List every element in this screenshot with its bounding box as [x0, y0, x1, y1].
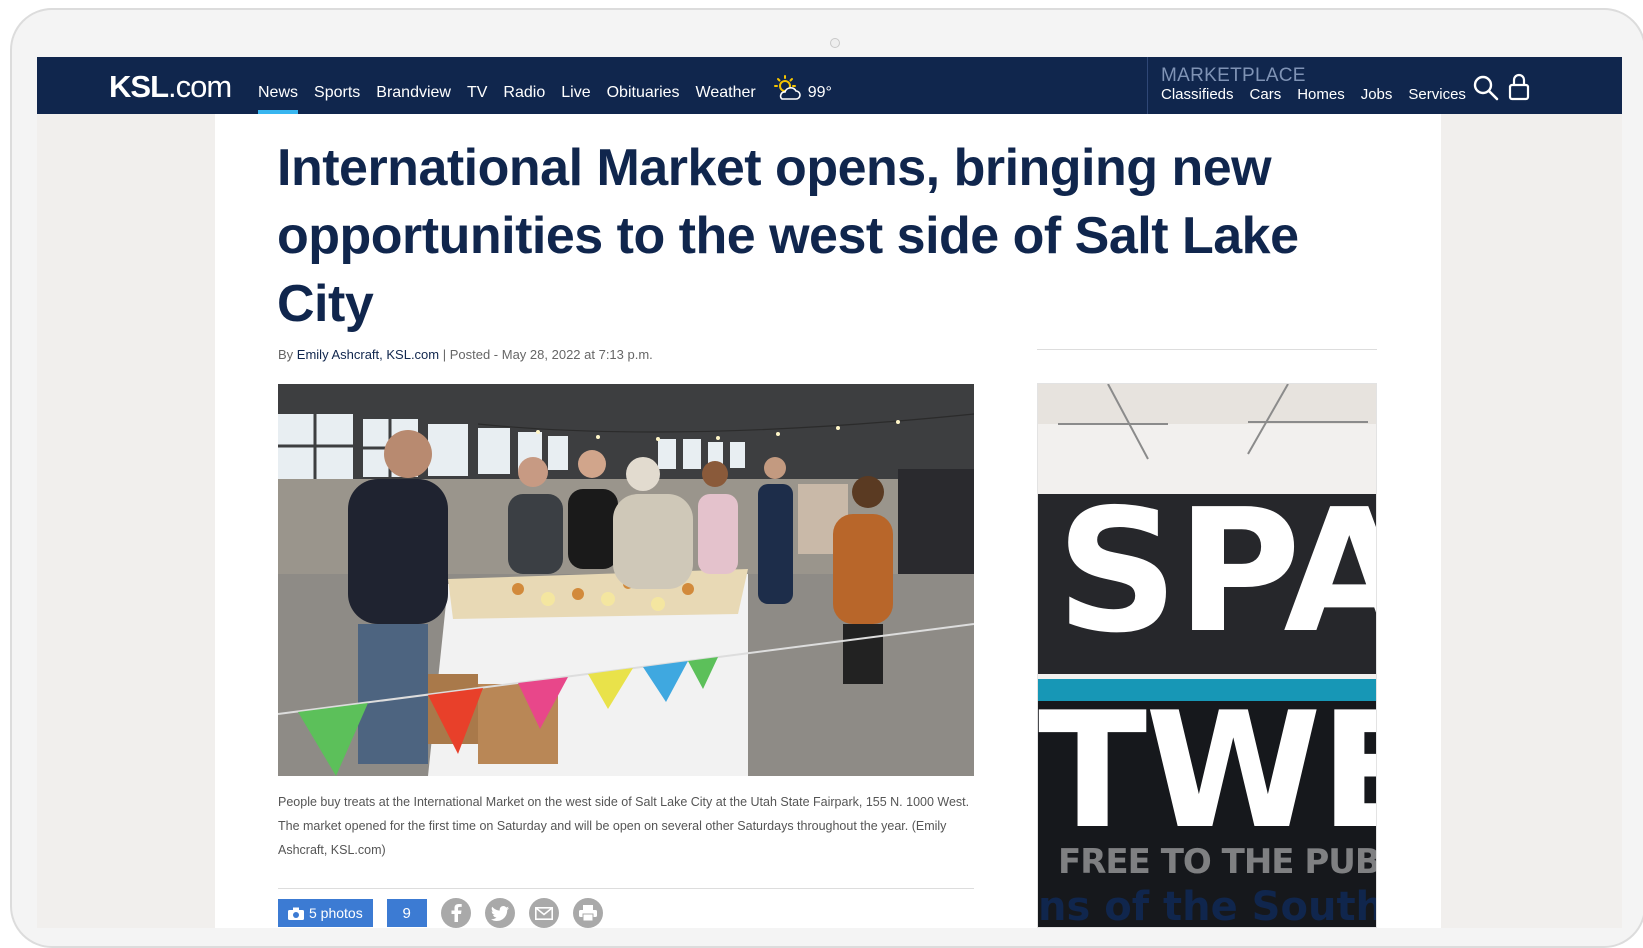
marketplace-section: MARKETPLACE Classifieds Cars Homes Jobs … [1147, 57, 1622, 114]
ksl-logo[interactable]: KSL.com [109, 69, 232, 105]
marketplace-title[interactable]: MARKETPLACE [1161, 65, 1306, 87]
browser-screen: KSL.com News Sports Brandview TV Radio L… [37, 57, 1622, 928]
nav-live[interactable]: Live [561, 70, 590, 102]
search-icon[interactable] [1473, 75, 1499, 101]
divider [278, 888, 974, 889]
ad-headline-1: SPAC [1056, 473, 1376, 671]
nav-news[interactable]: News [258, 70, 299, 114]
email-icon[interactable] [528, 898, 559, 928]
user-lock-icon[interactable] [1508, 73, 1530, 101]
market-classifieds[interactable]: Classifieds [1161, 86, 1234, 103]
photos-label: 5 photos [309, 905, 363, 921]
weather-sun-cloud-icon[interactable] [772, 74, 802, 105]
byline: By Emily Ashcraft, KSL.com | Posted - Ma… [278, 347, 653, 362]
market-jobs[interactable]: Jobs [1361, 86, 1393, 103]
byline-posted: | Posted - May 28, 2022 at 7:13 p.m. [439, 347, 653, 362]
share-bar: 5 photos 9 [278, 898, 617, 928]
market-services[interactable]: Services [1408, 86, 1466, 103]
advertisement[interactable]: SPAC TWE FREE TO THE PUBLIC ns of the So… [1037, 383, 1377, 928]
article-headline: International Market opens, bringing new… [277, 139, 1299, 333]
temperature[interactable]: 99° [808, 70, 832, 102]
market-homes[interactable]: Homes [1297, 86, 1345, 103]
market-cars[interactable]: Cars [1250, 86, 1282, 103]
facebook-icon[interactable] [440, 898, 471, 928]
nav-weather[interactable]: Weather [696, 70, 756, 102]
photo-caption: People buy treats at the International M… [278, 795, 970, 857]
ad-faded-text: FREE TO THE PUBLIC [1058, 842, 1377, 882]
hero-photo[interactable] [278, 384, 974, 776]
nav-tv[interactable]: TV [467, 70, 487, 102]
top-navigation: KSL.com News Sports Brandview TV Radio L… [37, 57, 1622, 114]
nav-radio[interactable]: Radio [503, 70, 545, 102]
ad-footer-text: ns of the South [1038, 884, 1377, 928]
byline-by: By [278, 347, 297, 362]
sidebar-divider [1037, 349, 1377, 350]
photos-button[interactable]: 5 photos [278, 899, 373, 927]
main-nav: News Sports Brandview TV Radio Live Obit… [258, 57, 832, 114]
twitter-icon[interactable] [484, 898, 515, 928]
nav-brandview[interactable]: Brandview [376, 70, 451, 102]
print-icon[interactable] [572, 898, 603, 928]
camera-dot [830, 38, 840, 48]
ad-headline-2: TWE [1038, 677, 1376, 864]
marketplace-links: Classifieds Cars Homes Jobs Services [1161, 86, 1482, 103]
nav-obituaries[interactable]: Obituaries [607, 70, 680, 102]
nav-sports[interactable]: Sports [314, 70, 360, 102]
camera-icon [288, 907, 304, 920]
byline-author[interactable]: Emily Ashcraft, KSL.com [297, 347, 439, 362]
comment-count-button[interactable]: 9 [386, 899, 427, 927]
